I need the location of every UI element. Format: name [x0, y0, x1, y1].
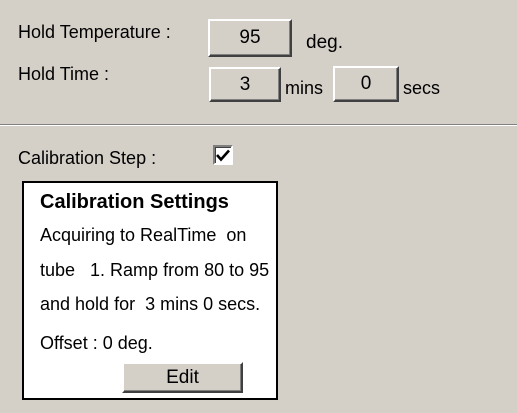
- calibration-step-label: Calibration Step :: [18, 148, 157, 168]
- hold-time-label: Hold Time :: [18, 64, 110, 84]
- calibration-settings-line-2: tube 1. Ramp from 80 to 95: [40, 260, 270, 280]
- hold-temperature-button[interactable]: 95: [208, 19, 292, 57]
- hold-time-mins-unit: mins: [285, 78, 324, 98]
- calibration-settings-panel: Calibration Settings Acquiring to RealTi…: [22, 181, 278, 400]
- calibration-settings-title: Calibration Settings: [40, 191, 229, 213]
- hold-temperature-unit: deg.: [306, 32, 343, 53]
- calibration-step-checkbox[interactable]: [213, 145, 233, 165]
- calibration-settings-line-3: and hold for 3 mins 0 secs.: [40, 294, 261, 314]
- section-divider: [0, 124, 517, 126]
- check-mark-icon: [216, 149, 230, 161]
- calibration-settings-line-1: Acquiring to RealTime on: [40, 225, 247, 245]
- hold-time-secs-button[interactable]: 0: [333, 66, 399, 102]
- hold-time-mins-button[interactable]: 3: [209, 67, 281, 102]
- edit-button[interactable]: Edit: [122, 362, 243, 393]
- hold-time-secs-unit: secs: [403, 78, 441, 98]
- hold-temperature-label: Hold Temperature :: [18, 22, 171, 42]
- calibration-offset-text: Offset : 0 deg.: [40, 333, 153, 353]
